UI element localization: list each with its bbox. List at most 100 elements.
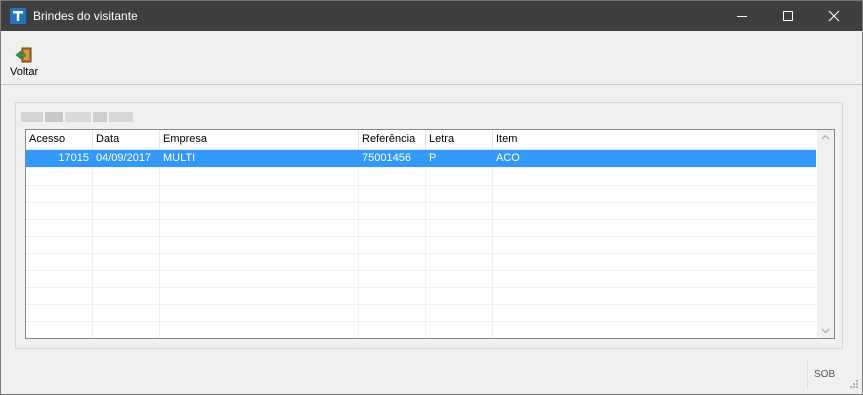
empty-cell <box>359 219 426 236</box>
empty-table-row[interactable] <box>26 185 816 203</box>
empty-cell <box>93 321 160 338</box>
empty-cell <box>26 168 93 185</box>
empty-cell <box>493 321 816 338</box>
vertical-scrollbar[interactable] <box>817 130 834 338</box>
empty-cell <box>160 270 359 287</box>
empty-cell <box>160 168 359 185</box>
empty-cell <box>160 287 359 304</box>
empty-cell <box>160 185 359 202</box>
empty-cell <box>426 185 493 202</box>
empty-cell <box>26 219 93 236</box>
maximize-icon <box>783 11 793 21</box>
empty-cell <box>26 270 93 287</box>
empty-cell <box>493 304 816 321</box>
scroll-down-icon[interactable] <box>821 328 830 334</box>
column-header-referencia[interactable]: Referência <box>359 130 426 149</box>
maximize-button[interactable] <box>765 1 811 31</box>
cell-data: 04/09/2017 <box>93 150 160 167</box>
group-caption-redacted <box>21 111 141 123</box>
column-header-letra[interactable]: Letra <box>426 130 493 149</box>
cell-empresa: MULTI <box>160 150 359 167</box>
empty-cell <box>160 321 359 338</box>
empty-cell <box>493 219 816 236</box>
empty-cell <box>160 304 359 321</box>
empty-cell <box>93 253 160 270</box>
scroll-up-icon[interactable] <box>821 134 830 140</box>
empty-table-row[interactable] <box>26 202 816 220</box>
empty-table-row[interactable] <box>26 168 816 186</box>
minimize-button[interactable] <box>719 1 765 31</box>
status-separator <box>807 359 808 389</box>
status-code: SOB <box>814 369 836 380</box>
empty-cell <box>160 236 359 253</box>
empty-cell <box>493 202 816 219</box>
table-row[interactable]: 17015 04/09/2017 MULTI 75001456 P ACO <box>26 150 816 168</box>
empty-cell <box>426 168 493 185</box>
empty-cell <box>26 287 93 304</box>
gifts-grid[interactable]: Acesso Data Empresa Referência Letra Ite… <box>25 129 835 339</box>
empty-cell <box>493 185 816 202</box>
resize-grip-icon[interactable] <box>849 379 859 389</box>
empty-table-row[interactable] <box>26 219 816 237</box>
empty-cell <box>493 270 816 287</box>
empty-cell <box>359 287 426 304</box>
empty-cell <box>93 287 160 304</box>
empty-cell <box>160 219 359 236</box>
column-header-acesso[interactable]: Acesso <box>26 130 93 149</box>
empty-table-row[interactable] <box>26 253 816 271</box>
column-header-item[interactable]: Item <box>493 130 816 149</box>
empty-cell <box>359 253 426 270</box>
empty-cell <box>93 219 160 236</box>
empty-cell <box>26 236 93 253</box>
empty-cell <box>426 236 493 253</box>
empty-cell <box>160 202 359 219</box>
close-button[interactable] <box>811 1 857 31</box>
empty-cell <box>426 321 493 338</box>
empty-cell <box>359 270 426 287</box>
empty-table-row[interactable] <box>26 287 816 305</box>
empty-cell <box>426 287 493 304</box>
cell-item: ACO <box>496 152 520 164</box>
empty-cell <box>26 253 93 270</box>
empty-cell <box>426 270 493 287</box>
empty-cell <box>93 185 160 202</box>
minimize-icon <box>737 16 747 17</box>
empty-cell <box>359 304 426 321</box>
empty-table-row[interactable] <box>26 270 816 288</box>
exit-door-icon <box>15 47 32 63</box>
empty-cell <box>426 304 493 321</box>
empty-cell <box>26 304 93 321</box>
empty-table-row[interactable] <box>26 321 816 338</box>
empty-table-row[interactable] <box>26 304 816 322</box>
column-header-empresa[interactable]: Empresa <box>160 130 359 149</box>
back-button-label: Voltar <box>10 66 39 78</box>
cell-acesso: 17015 <box>26 150 93 167</box>
cell-referencia: 75001456 <box>359 150 426 167</box>
empty-table-row[interactable] <box>26 236 816 254</box>
empty-cell <box>93 304 160 321</box>
empty-cell <box>93 202 160 219</box>
back-button[interactable]: Voltar <box>7 45 41 79</box>
window-title: Brindes do visitante <box>33 9 138 23</box>
toolbar: Voltar <box>1 32 862 85</box>
empty-cell <box>26 185 93 202</box>
empty-cell <box>493 236 816 253</box>
window: Brindes do visitante Voltar Acesso Data … <box>0 0 863 395</box>
empty-cell <box>26 202 93 219</box>
column-header-data[interactable]: Data <box>93 130 160 149</box>
app-logo-icon <box>10 8 26 24</box>
empty-cell <box>426 253 493 270</box>
empty-cell <box>359 168 426 185</box>
empty-cell <box>93 270 160 287</box>
empty-cell <box>359 202 426 219</box>
grid-header-row: Acesso Data Empresa Referência Letra Ite… <box>26 130 816 150</box>
empty-cell <box>426 202 493 219</box>
empty-cell <box>359 321 426 338</box>
empty-cell <box>493 253 816 270</box>
empty-cell <box>493 168 816 185</box>
empty-cell <box>359 236 426 253</box>
title-bar[interactable]: Brindes do visitante <box>1 1 862 31</box>
status-bar: SOB <box>1 357 862 394</box>
cell-letra: P <box>426 150 493 167</box>
empty-cell <box>359 185 426 202</box>
